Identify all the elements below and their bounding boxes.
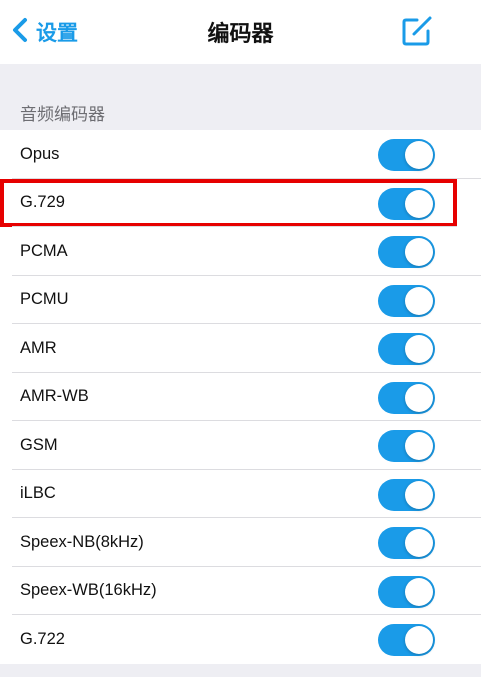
list-item-amr: AMR	[0, 324, 481, 373]
toggle-knob	[405, 577, 433, 606]
list-item-speex-wb: Speex-WB(16kHz)	[0, 567, 481, 616]
list-item-opus: Opus	[0, 130, 481, 179]
toggle-knob	[405, 335, 433, 363]
section-header: 音频编码器	[0, 94, 481, 130]
codec-label: PCMA	[20, 241, 68, 260]
speex-nb-toggle[interactable]	[378, 527, 435, 559]
amr-wb-toggle[interactable]	[378, 381, 435, 414]
codec-label: AMR	[20, 338, 57, 357]
toggle-knob	[405, 189, 433, 218]
codec-label: Speex-WB(16kHz)	[20, 581, 157, 600]
amr-toggle[interactable]	[378, 333, 435, 365]
toggle-knob	[405, 480, 433, 509]
opus-toggle[interactable]	[378, 139, 435, 171]
pcma-toggle[interactable]	[378, 236, 435, 268]
list-item-gsm: GSM	[0, 421, 481, 470]
codec-label: Opus	[20, 144, 60, 163]
toggle-knob	[405, 383, 433, 412]
list-item-g722: G.722	[0, 615, 481, 664]
list-item-pcma: PCMA	[0, 227, 481, 276]
codec-label: G.722	[20, 629, 65, 648]
g729-toggle[interactable]	[378, 187, 435, 220]
toggle-knob	[405, 529, 433, 557]
codec-label: PCMU	[20, 290, 69, 309]
compose-button[interactable]	[400, 14, 434, 48]
list-item-amr-wb: AMR-WB	[0, 373, 481, 422]
ilbc-toggle[interactable]	[378, 478, 435, 511]
list-item-g729: G.729	[0, 178, 457, 227]
toggle-knob	[405, 238, 433, 266]
list-item-pcmu: PCMU	[0, 276, 481, 325]
toggle-knob	[405, 626, 433, 654]
toggle-knob	[405, 432, 433, 460]
list-item-speex-nb: Speex-NB(8kHz)	[0, 518, 481, 567]
top-group-gap	[0, 64, 481, 94]
codec-label: G.729	[20, 193, 65, 212]
pcmu-toggle[interactable]	[378, 284, 435, 317]
codec-list: Opus G.729 PCMA PCMU AMR AMR-WB GSM iLBC…	[0, 130, 481, 664]
codec-label: AMR-WB	[20, 387, 89, 406]
codec-label: Speex-NB(8kHz)	[20, 532, 144, 551]
codec-label: GSM	[20, 435, 58, 454]
gsm-toggle[interactable]	[378, 430, 435, 462]
toggle-knob	[405, 286, 433, 315]
toggle-knob	[405, 141, 433, 169]
compose-icon	[400, 16, 434, 52]
codec-label: iLBC	[20, 484, 56, 503]
bottom-group-gap	[0, 663, 481, 677]
speex-wb-toggle[interactable]	[378, 575, 435, 608]
navigation-bar: 设置 编码器	[0, 0, 481, 64]
list-item-ilbc: iLBC	[0, 470, 481, 519]
g722-toggle[interactable]	[378, 624, 435, 656]
